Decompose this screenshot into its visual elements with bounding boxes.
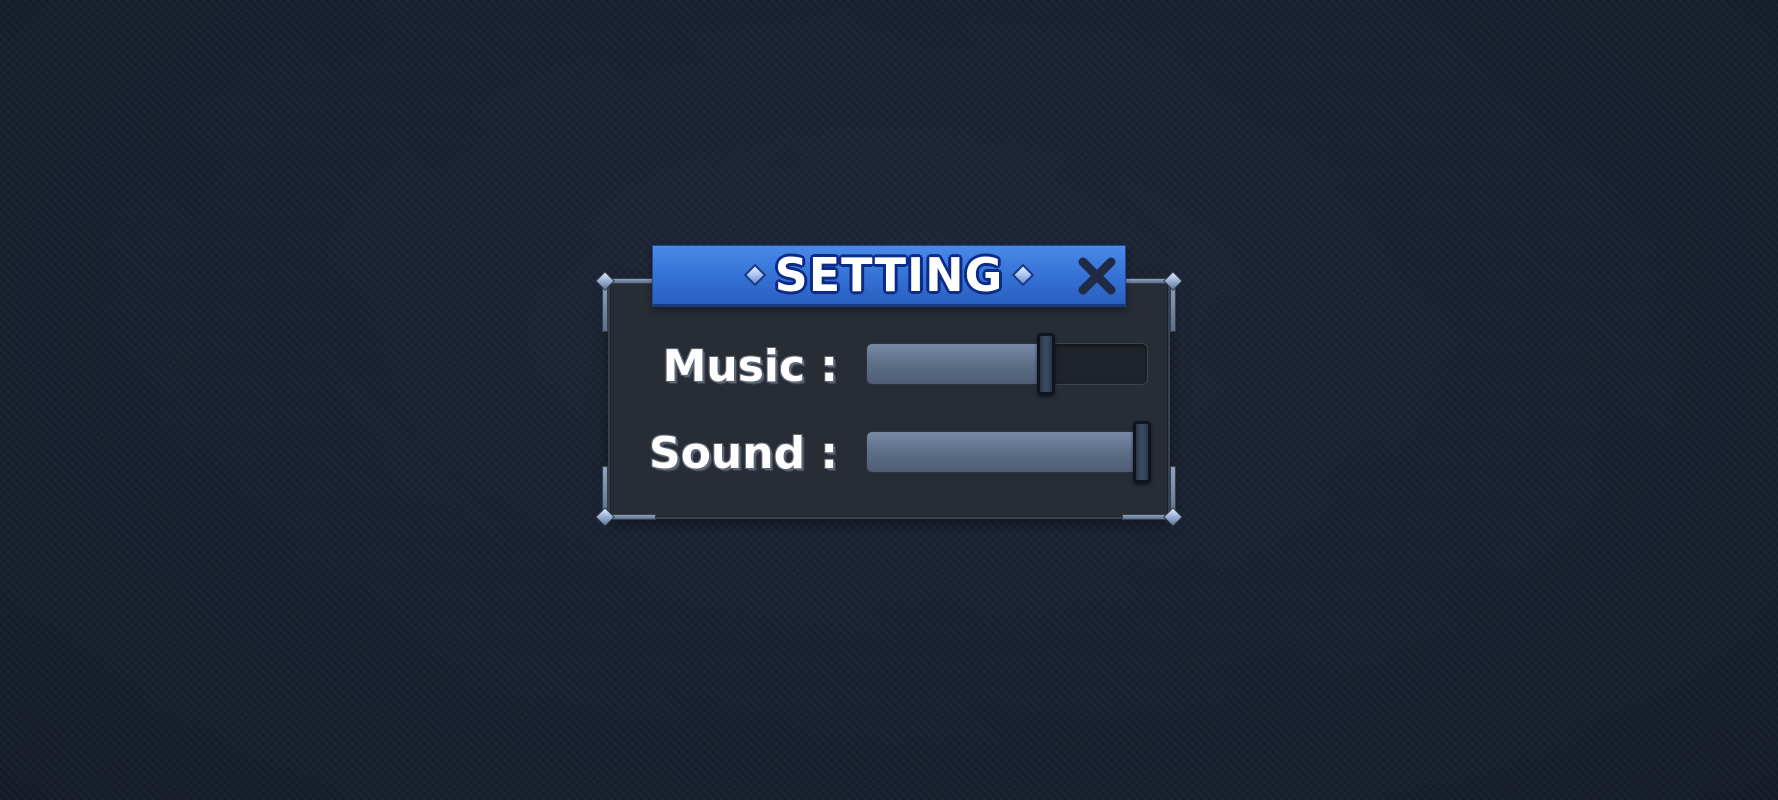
diamond-icon	[1163, 271, 1183, 291]
sound-label: Sound :	[649, 428, 838, 479]
title-group: SETTING	[653, 246, 1125, 304]
corner-ornament-bottom-left	[595, 466, 656, 527]
diamond-icon	[1163, 507, 1183, 527]
sound-slider-fill	[866, 431, 1143, 473]
corner-ornament-top-right	[1122, 271, 1183, 332]
music-label: Music :	[662, 341, 838, 392]
close-button[interactable]	[1073, 252, 1121, 300]
music-slider-fill	[866, 343, 1047, 385]
sound-volume-slider[interactable]	[866, 421, 1152, 483]
music-slider-handle[interactable]	[1037, 333, 1056, 395]
diamond-icon	[595, 271, 615, 291]
diamond-right-icon	[1012, 263, 1035, 287]
diamond-icon	[595, 507, 615, 527]
dialog-title: SETTING	[774, 248, 1004, 302]
corner-ornament-top-left	[595, 271, 656, 332]
title-banner: SETTING	[652, 245, 1126, 307]
close-icon	[1078, 257, 1116, 295]
sound-slider-handle[interactable]	[1133, 421, 1152, 483]
settings-panel	[608, 281, 1170, 519]
music-volume-slider[interactable]	[866, 333, 1148, 395]
